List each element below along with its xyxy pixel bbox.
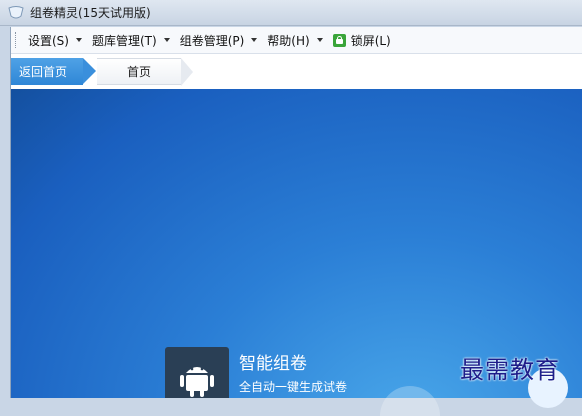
chevron-down-icon <box>163 38 170 42</box>
feature-text: 智能组卷 全自动一键生成试卷 <box>239 347 347 395</box>
lock-screen-button[interactable]: 锁屏(L) <box>332 32 391 49</box>
android-tile[interactable] <box>165 347 229 398</box>
title-bar: 组卷精灵(15天试用版) <box>0 0 582 26</box>
chevron-down-icon <box>251 38 258 42</box>
menu-help-label: 帮助(H) <box>267 33 310 48</box>
menu-bar: 设置(S) 题库管理(T) 组卷管理(P) 帮助(H) 锁屏(L) <box>11 27 582 54</box>
watermark-text: 最需教育 <box>460 356 560 384</box>
feature-title: 智能组卷 <box>239 354 307 374</box>
menu-settings-label: 设置(S) <box>28 33 69 48</box>
menu-question-bank-label: 题库管理(T) <box>91 33 157 48</box>
menu-paper-management[interactable]: 组卷管理(P) <box>180 32 258 49</box>
tab-home[interactable]: 首页 <box>97 58 193 86</box>
toolbar-grip[interactable] <box>15 32 18 48</box>
menu-settings[interactable]: 设置(S) <box>28 32 82 49</box>
lock-screen-label: 锁屏(L) <box>350 33 391 48</box>
menu-question-bank[interactable]: 题库管理(T) <box>92 32 170 49</box>
android-icon <box>180 367 214 397</box>
main-window: 设置(S) 题库管理(T) 组卷管理(P) 帮助(H) 锁屏(L) 返回首页 首… <box>10 27 582 398</box>
smart-paper-feature[interactable]: 智能组卷 全自动一键生成试卷 <box>165 347 347 398</box>
menu-paper-management-label: 组卷管理(P) <box>179 33 245 48</box>
menu-help[interactable]: 帮助(H) <box>267 32 323 49</box>
tab-bar: 返回首页 首页 <box>11 54 582 90</box>
chevron-down-icon <box>75 38 82 42</box>
window-title: 组卷精灵(15天试用版) <box>30 6 151 20</box>
lock-icon <box>332 33 346 47</box>
app-logo-icon <box>8 5 24 18</box>
feature-subtitle: 全自动一键生成试卷 <box>239 380 348 394</box>
tab-back-home[interactable]: 返回首页 <box>11 58 96 85</box>
chevron-down-icon <box>316 38 323 42</box>
